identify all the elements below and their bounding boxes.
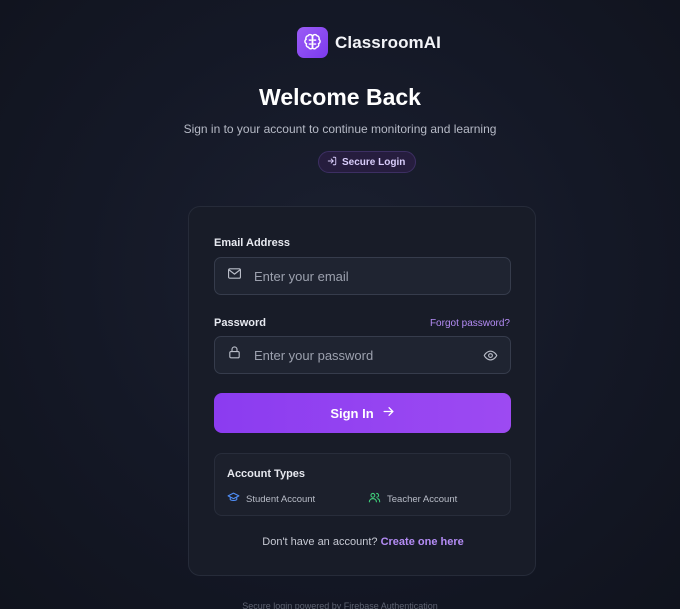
brand-name: ClassroomAI <box>335 32 441 52</box>
password-input[interactable] <box>252 346 476 364</box>
arrow-right-icon <box>382 405 395 421</box>
brand: ClassroomAI <box>297 27 441 58</box>
student-account-item: Student Account <box>227 491 315 507</box>
signup-prompt: Don't have an account? Create one here <box>189 536 537 548</box>
users-icon <box>368 491 381 507</box>
secure-login-label: Secure Login <box>342 156 406 168</box>
forgot-password-link[interactable]: Forgot password? <box>430 318 510 329</box>
teacher-account-item: Teacher Account <box>368 491 457 507</box>
mail-icon <box>227 266 242 286</box>
page-subtitle: Sign in to your account to continue moni… <box>183 122 497 136</box>
student-account-label: Student Account <box>246 493 316 505</box>
login-card: Email Address Password Forgot password? <box>188 206 536 576</box>
account-types-title: Account Types <box>227 468 306 480</box>
sign-in-button[interactable]: Sign In <box>214 393 511 433</box>
teacher-account-label: Teacher Account <box>387 493 458 505</box>
account-types-panel: Account Types Student Account Teacher Ac… <box>214 453 511 516</box>
password-field[interactable] <box>214 336 511 374</box>
eye-icon[interactable] <box>483 348 498 368</box>
lock-icon <box>227 345 242 365</box>
page-title: Welcome Back <box>259 84 421 110</box>
secure-login-badge: Secure Login <box>318 151 417 173</box>
signup-prompt-text: Don't have an account? <box>262 536 378 548</box>
footer-note: Secure login powered by Firebase Authent… <box>242 601 438 609</box>
login-icon <box>327 156 337 169</box>
password-label: Password <box>214 317 266 329</box>
email-field[interactable] <box>214 257 511 295</box>
email-input[interactable] <box>252 267 476 285</box>
graduation-cap-icon <box>227 491 240 507</box>
brain-icon <box>297 27 328 58</box>
create-account-link[interactable]: Create one here <box>381 536 464 548</box>
email-label: Email Address <box>214 237 291 249</box>
sign-in-label: Sign In <box>330 405 374 421</box>
